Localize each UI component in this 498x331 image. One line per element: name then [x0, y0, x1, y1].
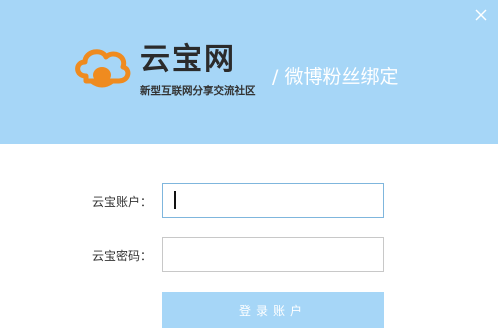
account-label: 云宝账户： — [92, 195, 153, 209]
page-title: / 微博粉丝绑定 — [272, 66, 399, 88]
close-button[interactable] — [472, 6, 490, 24]
header-banner: 云宝网 新型互联网分享交流社区 / 微博粉丝绑定 — [0, 0, 498, 144]
account-input[interactable] — [162, 183, 384, 218]
login-window: 云宝网 新型互联网分享交流社区 / 微博粉丝绑定 云宝账户： 云宝密码： 登录账… — [0, 0, 498, 331]
close-icon — [475, 9, 487, 21]
brand-slogan: 新型互联网分享交流社区 — [140, 85, 256, 97]
brand-logo-icon — [75, 49, 131, 88]
password-input[interactable] — [162, 237, 384, 272]
login-button[interactable]: 登录账户 — [162, 292, 384, 328]
password-label: 云宝密码： — [92, 249, 153, 263]
brand-name: 云宝网 — [140, 42, 236, 77]
text-caret — [174, 191, 176, 209]
